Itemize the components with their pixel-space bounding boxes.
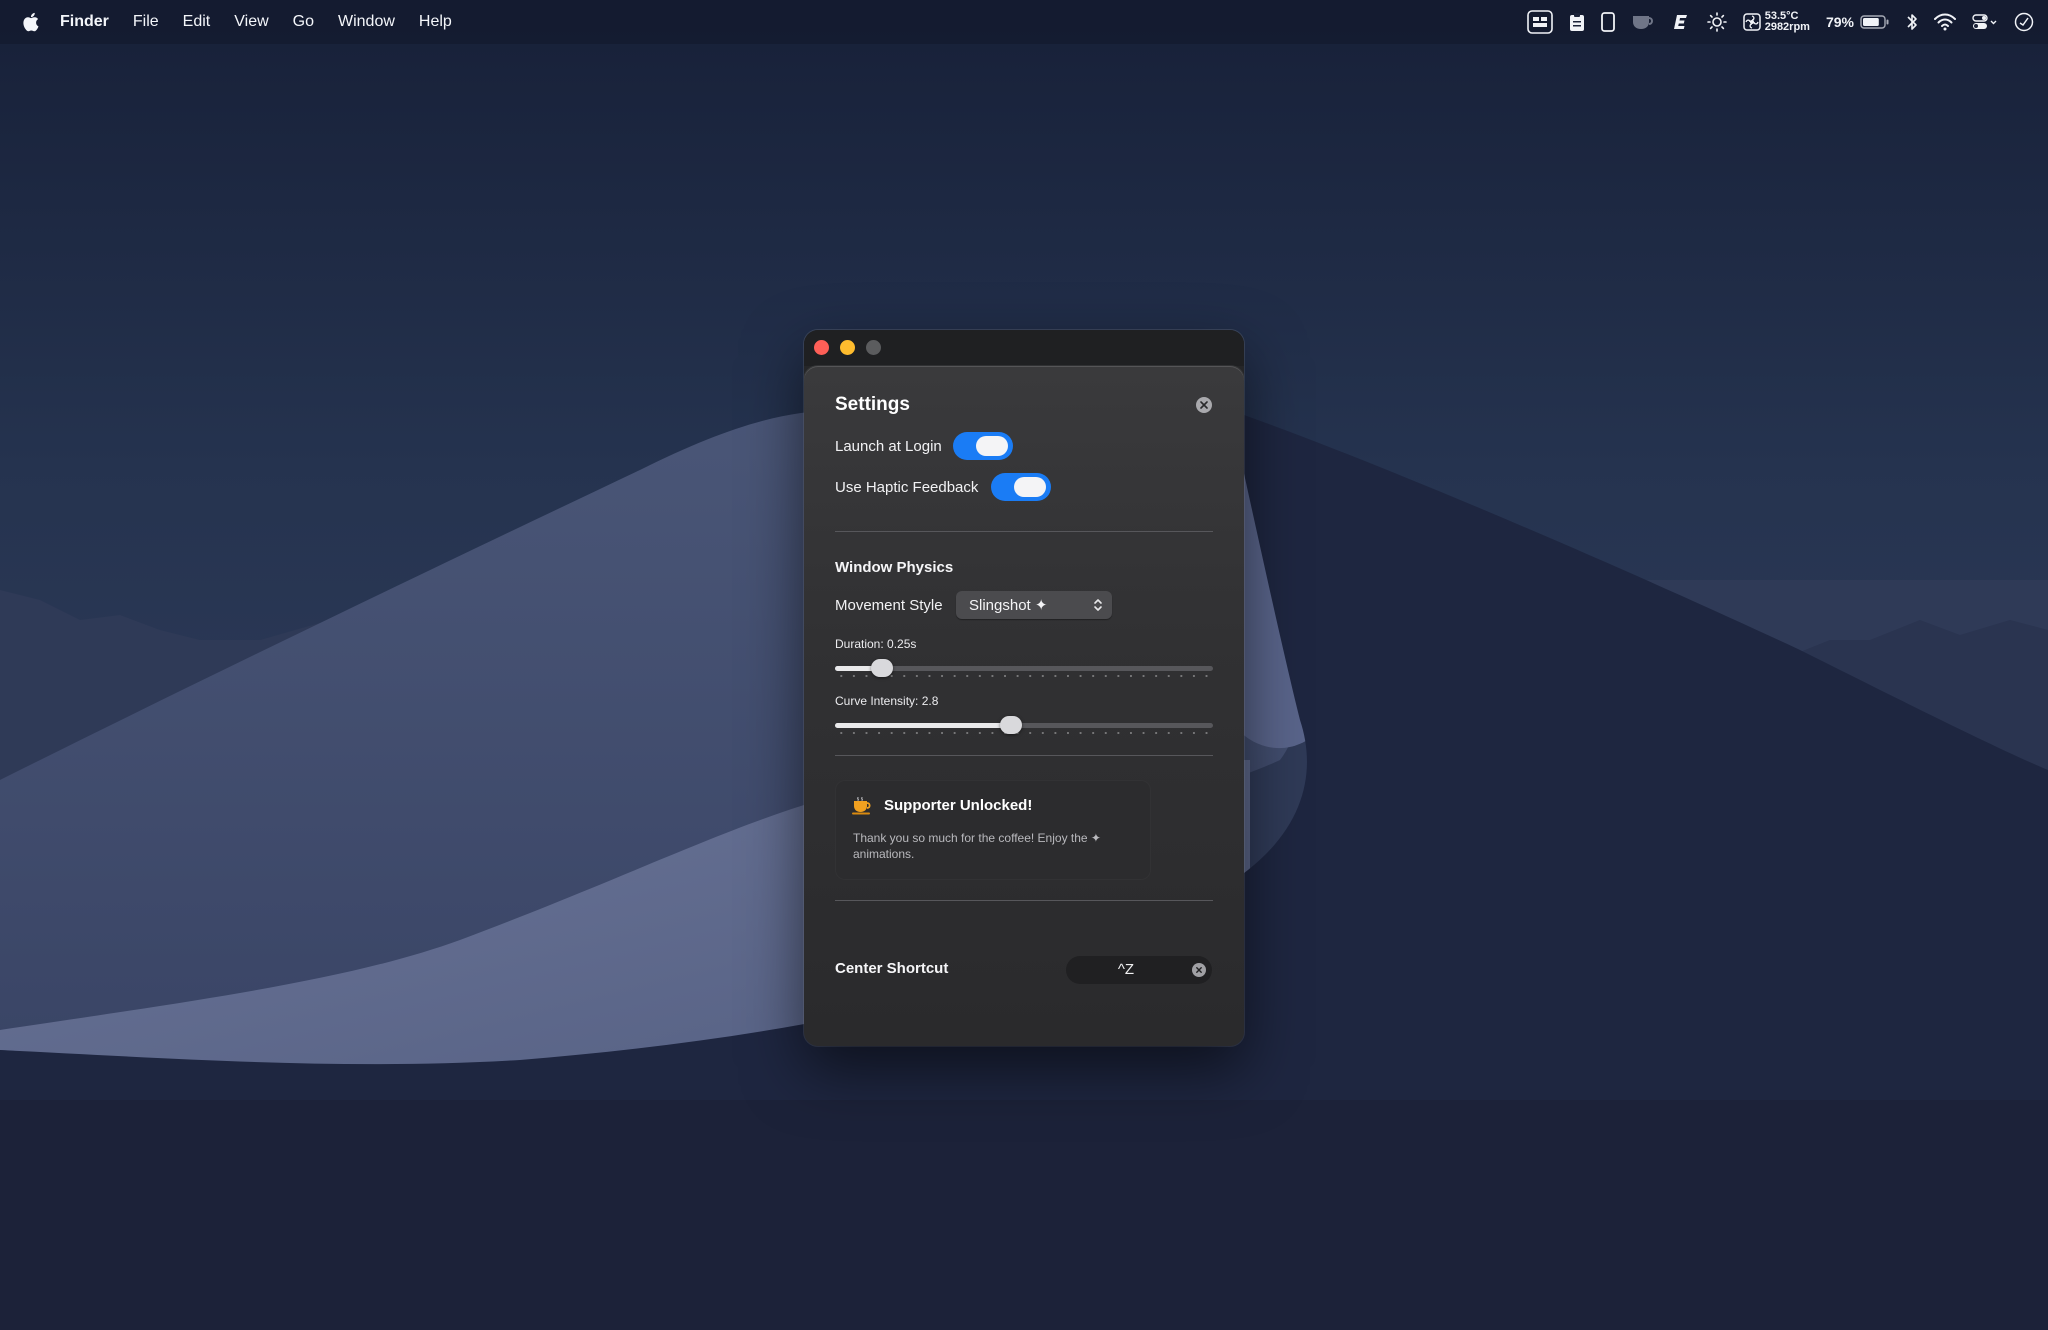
script-e-icon[interactable] <box>1671 0 1691 44</box>
menu-edit[interactable]: Edit <box>183 13 211 31</box>
chevron-up-down-icon <box>1094 599 1102 611</box>
supporter-card: Supporter Unlocked! Thank you so much fo… <box>835 780 1151 880</box>
bluetooth-icon[interactable] <box>1906 0 1918 44</box>
battery-status[interactable]: 79% <box>1826 0 1890 44</box>
supporter-message: Thank you so much for the coffee! Enjoy … <box>853 831 1101 861</box>
curve-intensity-label: Curve Intensity: 2.8 <box>835 694 939 708</box>
menu-bar: Finder File Edit View Go Window Help 53.… <box>0 0 2048 44</box>
fan-speed-readout: 2982rpm <box>1764 21 1810 33</box>
launch-at-login-label: Launch at Login <box>835 438 942 455</box>
slider-thumb[interactable] <box>871 659 894 677</box>
settings-window: Settings Launch at Login Use Haptic Feed… <box>804 330 1244 1046</box>
close-icon <box>1200 401 1208 409</box>
menu-window[interactable]: Window <box>338 13 395 31</box>
battery-percent: 79% <box>1825 14 1854 30</box>
settings-title: Settings <box>835 394 910 415</box>
movement-style-select[interactable]: Slingshot ✦ <box>956 591 1112 619</box>
battery-icon <box>1860 15 1889 29</box>
phone-mirror-icon[interactable] <box>1600 0 1615 44</box>
duration-slider[interactable] <box>835 656 1213 680</box>
window-zoom-button[interactable] <box>866 340 881 355</box>
coffee-cup-icon <box>852 797 871 815</box>
slider-thumb[interactable] <box>1000 716 1023 734</box>
window-physics-heading: Window Physics <box>835 559 954 576</box>
duration-label: Duration: 0.25s <box>835 637 917 651</box>
settings-panel: Settings Launch at Login Use Haptic Feed… <box>804 366 1244 1046</box>
menu-help[interactable]: Help <box>419 13 452 31</box>
clock-check-icon[interactable] <box>2014 0 2034 44</box>
toggle-knob <box>1014 477 1046 497</box>
launch-at-login-toggle[interactable] <box>953 432 1013 460</box>
toggle-knob <box>976 436 1008 456</box>
section-divider <box>835 755 1213 756</box>
menu-go[interactable]: Go <box>293 13 314 31</box>
supporter-heading: Supporter Unlocked! <box>884 797 1033 814</box>
haptic-feedback-label: Use Haptic Feedback <box>835 479 979 496</box>
section-divider <box>835 900 1213 901</box>
fan-monitor[interactable]: 53.5°C 2982rpm <box>1742 0 1810 44</box>
haptic-feedback-toggle[interactable] <box>991 473 1051 501</box>
menu-app-finder[interactable]: Finder <box>60 13 109 31</box>
curve-intensity-slider[interactable] <box>835 713 1213 737</box>
fan-icon <box>1742 13 1761 31</box>
movement-style-label: Movement Style <box>835 597 943 614</box>
center-shortcut-recorder[interactable]: ^Z <box>1066 956 1212 984</box>
slider-ticks <box>835 675 1213 677</box>
center-shortcut-label: Center Shortcut <box>835 960 949 977</box>
shortcut-keys: ^Z <box>1117 961 1135 978</box>
control-center-icon[interactable] <box>1972 0 1998 44</box>
brightness-icon[interactable] <box>1706 0 1727 44</box>
window-minimize-button[interactable] <box>840 340 855 355</box>
wifi-icon[interactable] <box>1934 0 1956 44</box>
coffee-cup-icon[interactable] <box>1631 0 1655 44</box>
menu-file[interactable]: File <box>133 13 159 31</box>
menu-view[interactable]: View <box>234 13 268 31</box>
clear-shortcut-button[interactable] <box>1192 963 1206 977</box>
window-titlebar[interactable] <box>804 330 1244 366</box>
window-close-button[interactable] <box>814 340 829 355</box>
slider-fill <box>835 723 1012 728</box>
clipboard-icon[interactable] <box>1569 0 1585 44</box>
section-divider <box>835 531 1213 532</box>
settings-close-button[interactable] <box>1196 397 1212 413</box>
close-icon <box>1196 967 1202 973</box>
apple-menu-icon[interactable] <box>20 10 42 34</box>
slider-ticks <box>835 732 1213 734</box>
window-layout-icon[interactable] <box>1526 0 1553 44</box>
movement-style-value: Slingshot ✦ <box>969 597 1048 614</box>
